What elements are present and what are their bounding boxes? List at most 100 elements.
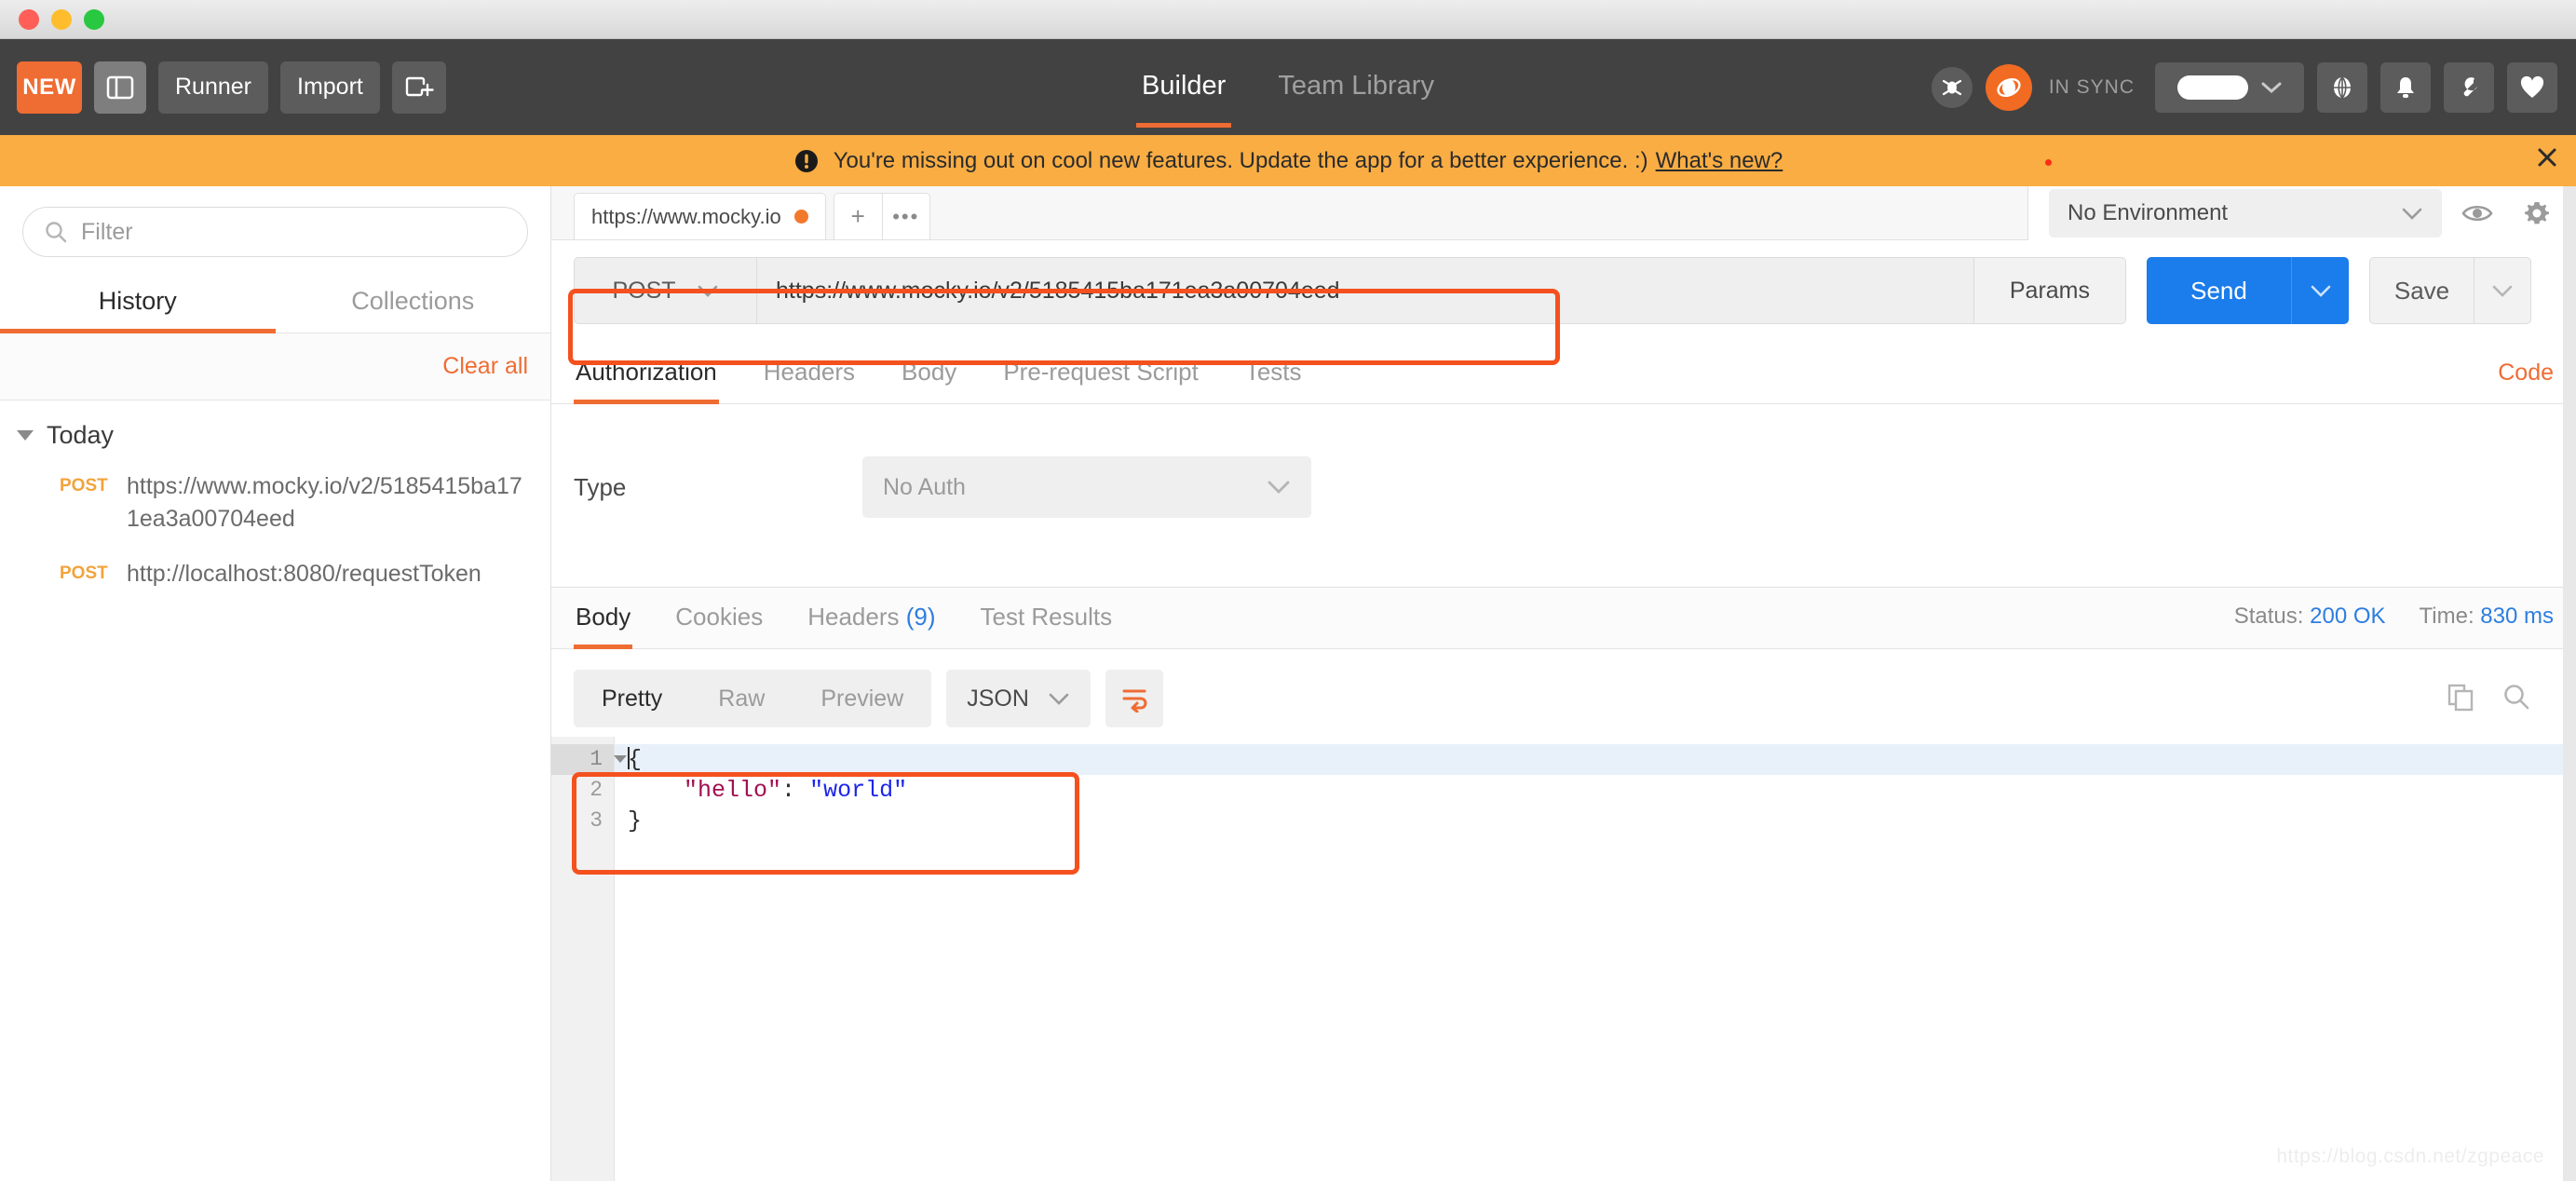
response-format-selector[interactable]: JSON — [946, 670, 1091, 727]
environment-strip: No Environment — [2027, 186, 2576, 240]
sync-orbit-icon — [1997, 77, 2021, 97]
view-mode-preview[interactable]: Preview — [793, 686, 931, 713]
sync-button[interactable] — [1985, 63, 2032, 111]
filter-input[interactable] — [81, 218, 507, 246]
clear-all-button[interactable]: Clear all — [442, 353, 528, 380]
code-line: "hello": "world" — [684, 777, 908, 804]
alert-icon — [793, 148, 820, 174]
vertical-scrollbar[interactable] — [2563, 186, 2576, 1181]
editor-code-area[interactable]: { "hello": "world" } — [615, 737, 2576, 1181]
copy-icon — [2447, 684, 2474, 711]
search-icon — [2504, 684, 2529, 709]
window-zoom-button[interactable] — [84, 8, 104, 30]
auth-type-value: No Auth — [883, 473, 966, 500]
settings-gear-button[interactable] — [2513, 189, 2561, 238]
subtab-pre-request-script[interactable]: Pre-request Script — [1001, 345, 1200, 403]
response-headers-count: (9) — [905, 603, 936, 631]
favorites-button[interactable] — [2507, 61, 2557, 113]
response-tab-headers-label: Headers — [807, 603, 900, 631]
environment-selected-label: No Environment — [2068, 200, 2229, 225]
http-method-selector[interactable]: POST — [574, 257, 756, 324]
notifications-button[interactable] — [2380, 61, 2431, 113]
whats-new-link[interactable]: What's new? — [1656, 148, 1783, 174]
history-item-method: POST — [60, 476, 108, 495]
request-url-input[interactable]: https://www.mocky.io/v2/5185415ba171ea3a… — [756, 257, 1974, 324]
eye-icon — [2461, 205, 2493, 222]
send-button-group: Send — [2147, 257, 2349, 324]
request-subtabs: Authorization Headers Body Pre-request S… — [551, 345, 2576, 404]
chevron-down-icon — [2492, 285, 2513, 297]
search-body-button[interactable] — [2501, 682, 2531, 716]
save-options-button[interactable] — [2474, 257, 2531, 324]
request-url-bar-container: POST https://www.mocky.io/v2/5185415ba17… — [551, 240, 2576, 324]
globe-button[interactable] — [2317, 61, 2367, 113]
response-format-label: JSON — [967, 685, 1029, 712]
subtab-body[interactable]: Body — [900, 345, 958, 403]
window-minimize-button[interactable] — [51, 8, 72, 30]
line-number: 1 — [551, 744, 627, 775]
params-button[interactable]: Params — [1973, 257, 2126, 324]
subtab-headers[interactable]: Headers — [762, 345, 857, 403]
status-badge: Status: 200 OK — [2234, 604, 2386, 630]
update-banner: You're missing out on cool new features.… — [0, 135, 2576, 186]
request-tab[interactable]: https://www.mocky.io — [574, 193, 826, 239]
sidebar-toggle-button[interactable] — [94, 61, 146, 114]
response-tab-cookies[interactable]: Cookies — [673, 588, 765, 648]
workspace-selector[interactable] — [2155, 61, 2304, 113]
sidebar-tab-collections[interactable]: Collections — [276, 272, 551, 333]
environment-quick-look-button[interactable] — [2453, 189, 2501, 238]
banner-close-button[interactable] — [2526, 142, 2569, 181]
import-button[interactable]: Import — [280, 61, 380, 114]
sidebar-tab-history[interactable]: History — [0, 272, 276, 333]
history-group-today[interactable]: Today — [0, 400, 550, 459]
bug-button[interactable] — [1931, 66, 1973, 108]
auth-type-selector[interactable]: No Auth — [862, 456, 1311, 518]
send-options-button[interactable] — [2291, 257, 2349, 324]
word-wrap-button[interactable] — [1105, 670, 1163, 727]
subtab-tests[interactable]: Tests — [1243, 345, 1304, 403]
line-number: 3 — [590, 808, 603, 833]
tab-team-library[interactable]: Team Library — [1272, 47, 1440, 128]
history-item-url: https://www.mocky.io/v2/5185415ba171ea3a… — [127, 473, 522, 532]
response-meta: Status: 200 OK Time: 830 ms — [2234, 604, 2554, 648]
view-mode-pretty[interactable]: Pretty — [574, 686, 690, 713]
history-list-item[interactable]: POST http://localhost:8080/requestToken — [0, 547, 550, 602]
response-tab-body[interactable]: Body — [574, 588, 633, 649]
history-item-url: http://localhost:8080/requestToken — [127, 561, 481, 587]
tab-builder[interactable]: Builder — [1136, 47, 1232, 128]
response-tab-headers[interactable]: Headers (9) — [806, 588, 937, 648]
save-button[interactable]: Save — [2369, 257, 2474, 324]
new-button[interactable]: NEW — [17, 61, 82, 114]
heart-icon — [2520, 75, 2544, 98]
sync-status-label: IN SYNC — [2048, 75, 2135, 98]
status-value: 200 OK — [2310, 604, 2386, 629]
response-tab-test-results[interactable]: Test Results — [979, 588, 1115, 648]
response-body-editor: 1 2 3 { "hello": "world" } — [551, 186, 2576, 1181]
filter-box[interactable] — [22, 207, 528, 257]
unsaved-indicator-dot — [793, 210, 808, 224]
http-method-label: POST — [612, 277, 676, 304]
settings-wrench-button[interactable] — [2444, 61, 2494, 113]
chevron-down-icon — [2311, 285, 2330, 297]
content-pane: https://www.mocky.io + ••• No Environmen… — [551, 186, 2576, 1181]
fold-toggle-icon[interactable] — [614, 755, 627, 763]
watermark: https://blog.csdn.net/zgpeace — [2276, 1146, 2544, 1167]
copy-button[interactable] — [2446, 682, 2475, 716]
response-tabs: Body Cookies Headers (9) Test Results St… — [551, 588, 2576, 649]
environment-selector[interactable]: No Environment — [2049, 189, 2442, 238]
new-window-icon — [405, 76, 434, 96]
code-link[interactable]: Code — [2498, 360, 2554, 403]
request-tab-more-button[interactable]: ••• — [881, 193, 930, 239]
close-icon — [2538, 148, 2556, 166]
subtab-authorization[interactable]: Authorization — [574, 345, 719, 404]
send-button[interactable]: Send — [2147, 257, 2291, 324]
new-window-button[interactable] — [391, 61, 446, 114]
window-close-button[interactable] — [19, 8, 39, 30]
add-request-tab-button[interactable]: + — [833, 193, 882, 239]
banner-message: You're missing out on cool new features.… — [833, 147, 1648, 173]
chevron-down-icon — [2261, 82, 2282, 93]
history-list-item[interactable]: POST https://www.mocky.io/v2/5185415ba17… — [0, 459, 550, 547]
runner-button[interactable]: Runner — [158, 61, 268, 114]
view-mode-raw[interactable]: Raw — [690, 686, 793, 713]
chevron-down-icon — [698, 285, 717, 297]
